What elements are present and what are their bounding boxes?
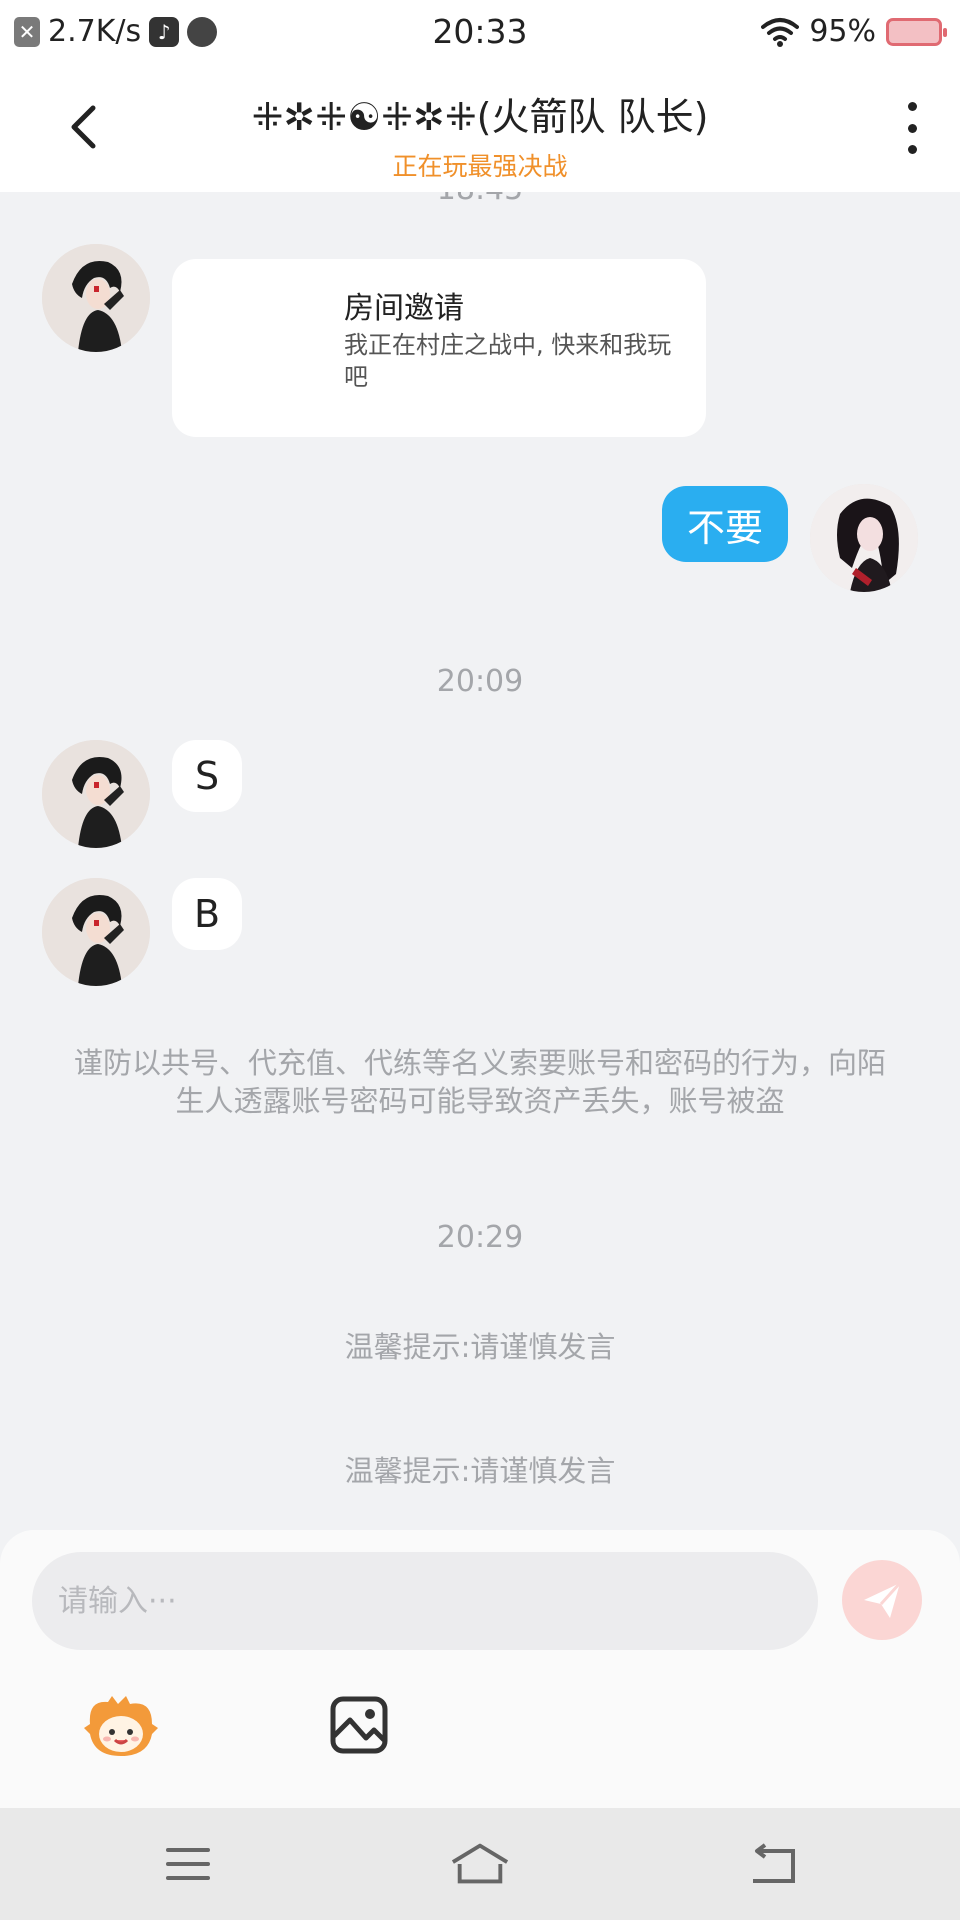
back-arrow-icon: [71, 105, 96, 149]
avatar-image: [42, 244, 150, 352]
status-bar: ✕ 2.7K/s ♪ 20:33 95%: [0, 0, 960, 64]
invite-title: 房间邀请: [344, 291, 464, 326]
back-button[interactable]: [60, 94, 106, 160]
more-dot: [907, 123, 917, 133]
security-notice: 谨防以共号、代充值、代练等名义索要账号和密码的行为，向陌生人透露账号密码可能导致…: [73, 1046, 886, 1118]
contact-avatar[interactable]: [42, 244, 150, 352]
contact-name: ⁜✲⁜☯⁜✲⁜(火箭队 队长): [251, 95, 709, 139]
wifi-icon: [761, 17, 800, 47]
emoji-button[interactable]: [82, 1694, 160, 1760]
more-dot: [907, 145, 917, 154]
input-panel: [0, 1530, 960, 1808]
system-tip: 温馨提示:请谨慎发言: [344, 1454, 616, 1488]
my-avatar[interactable]: [810, 484, 918, 592]
timestamp: 20:29: [436, 1220, 524, 1255]
home-icon: [451, 1843, 509, 1884]
avatar-image: [42, 878, 150, 986]
menu-icon: [166, 1848, 210, 1880]
menu-button[interactable]: [158, 1836, 218, 1892]
return-icon: [753, 1843, 795, 1883]
timestamp: 20:09: [436, 664, 524, 699]
chat-header: ⁜✲⁜☯⁜✲⁜(火箭队 队长) 正在玩最强决战: [0, 64, 960, 192]
message-input-box[interactable]: [32, 1552, 818, 1650]
message-bubble[interactable]: B: [172, 878, 242, 950]
status-right: 95%: [761, 14, 947, 49]
image-icon: [330, 1696, 388, 1754]
chat-area[interactable]: 18:45 房间邀请 我正在村庄之战中, 快来和我玩吧 不要 20:09: [0, 192, 960, 1532]
contact-avatar[interactable]: [42, 878, 150, 986]
emoji-icon: [84, 1696, 158, 1756]
avatar-image: [810, 484, 918, 592]
battery-percent: 95%: [809, 14, 876, 49]
avatar-image: [42, 740, 150, 848]
invite-text: 我正在村庄之战中, 快来和我玩吧: [344, 331, 672, 391]
contact-status: 正在玩最强决战: [392, 152, 568, 181]
more-options-button[interactable]: [892, 102, 932, 154]
message-input[interactable]: [32, 1552, 818, 1650]
system-tip: 温馨提示:请谨慎发言: [344, 1330, 616, 1364]
image-button[interactable]: [330, 1696, 388, 1754]
room-invite-card[interactable]: 房间邀请 我正在村庄之战中, 快来和我玩吧: [172, 259, 706, 437]
send-button[interactable]: [842, 1560, 922, 1640]
send-icon: [864, 1581, 902, 1618]
home-button[interactable]: [450, 1836, 510, 1892]
system-nav-bar: [0, 1808, 960, 1920]
message-bubble[interactable]: S: [172, 740, 242, 812]
contact-avatar[interactable]: [42, 740, 150, 848]
battery-icon: [886, 17, 947, 46]
more-vertical-icon: [907, 102, 917, 111]
title-block: ⁜✲⁜☯⁜✲⁜(火箭队 队长) 正在玩最强决战: [150, 86, 810, 183]
my-message-bubble[interactable]: 不要: [662, 486, 788, 562]
back-nav-button[interactable]: [742, 1836, 802, 1892]
timestamp: 18:45: [0, 192, 960, 207]
